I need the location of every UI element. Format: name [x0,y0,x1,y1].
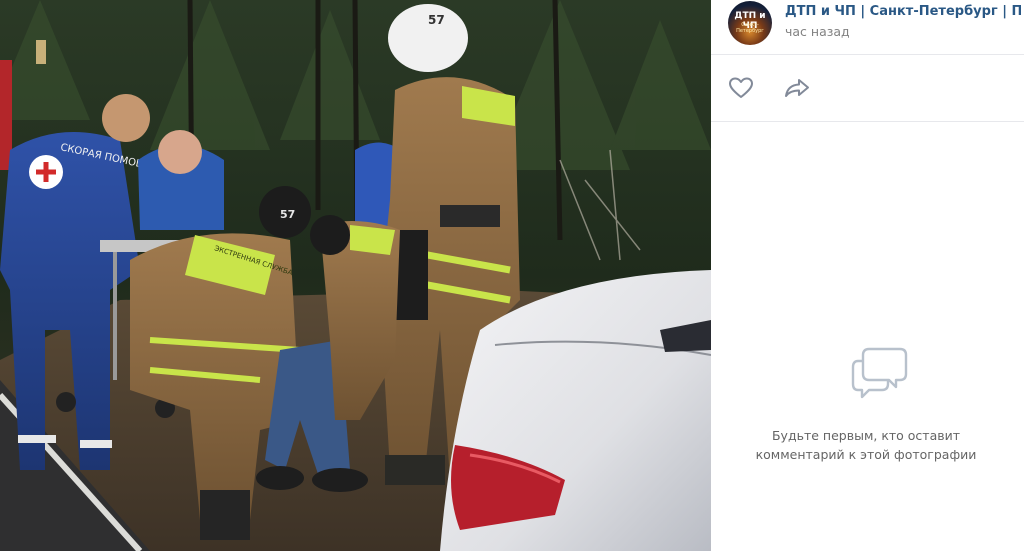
helmet-number-large: 57 [428,13,445,27]
post-photo[interactable]: СКОРАЯ ПОМОЩЬ 57 57 ЭКСТРЕННАЯ СЛУЖБА [0,0,711,551]
post-side-panel: ДТП и ЧП Санкт-Петербург ДТП и ЧП | Санк… [711,0,1024,551]
share-icon[interactable] [784,76,810,100]
group-avatar[interactable]: ДТП и ЧП Санкт-Петербург [728,1,772,45]
speech-bubbles-icon [851,347,908,399]
empty-comments-line-2: комментарий к этой фотографии [755,447,977,462]
heart-icon[interactable] [728,76,754,100]
post-header: ДТП и ЧП Санкт-Петербург ДТП и ЧП | Санк… [711,0,1024,55]
post-time[interactable]: час назад [785,24,850,39]
empty-comments-line-1: Будьте первым, кто оставит [771,428,961,443]
avatar-subtext: Санкт-Петербург [736,22,764,34]
group-name-link[interactable]: ДТП и ЧП | Санкт-Петербург | Питер онлай… [785,4,1021,19]
empty-comments-message: Будьте первым, кто оставит комментарий к… [741,426,991,464]
post-actions [711,55,1024,122]
helmet-number-small: 57 [280,208,295,221]
accident-scene-photo: СКОРАЯ ПОМОЩЬ 57 57 ЭКСТРЕННАЯ СЛУЖБА [0,0,711,551]
